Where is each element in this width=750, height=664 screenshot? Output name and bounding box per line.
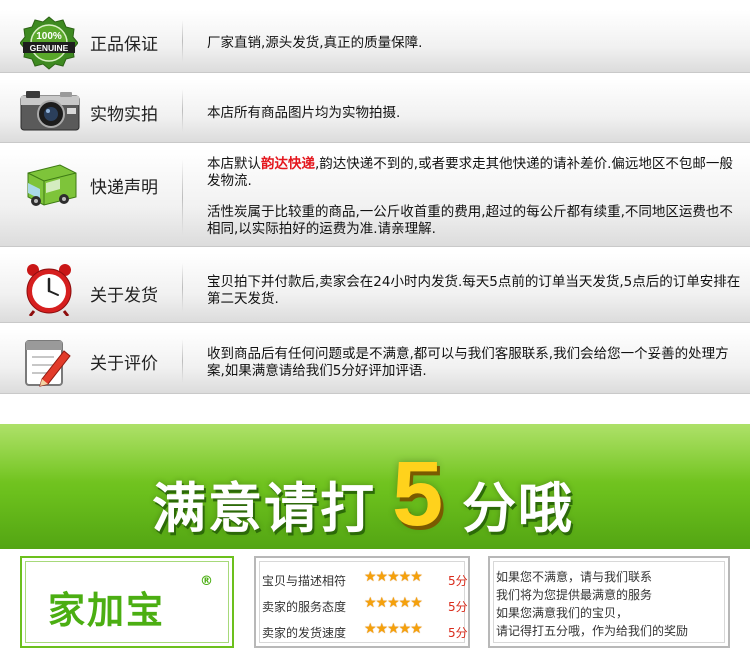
slogan-number: 5 [392, 443, 444, 545]
desc-text: 活性炭属于比较重的商品,一公斤收首重的费用,超过的每公斤都有续重,不同地区运费也… [207, 204, 733, 237]
badge-top-text: 100% [36, 31, 62, 42]
policy-row-shipping: 快递声明 本店默认韵达快递,韵达快递不到的,或者要求走其他快递的请补差价.偏远地… [0, 149, 750, 247]
rating-label: 卖家的服务态度 [262, 600, 347, 614]
policy-divider [182, 20, 183, 62]
policy-row-dispatch: 关于发货 宝贝拍下并付款后,卖家会在24小时内发货.每天5点前的订单当天发货,5… [0, 253, 750, 323]
note-line: 如果您满意我们的宝贝， [496, 606, 629, 620]
slogan-text-before: 满意请打 [152, 477, 376, 540]
star-rating-icon: ★★★★★ [364, 621, 423, 637]
rating-score: 5分 [448, 626, 468, 640]
star-rating-icon: ★★★★★ [364, 595, 423, 611]
policy-title: 实物实拍 [90, 105, 158, 125]
policy-row-review: 关于评价 收到商品后有任何问题或是不满意,都可以与我们客服联系,我们会给您一个妥… [0, 329, 750, 394]
review-note-box: 如果您不满意，请与我们联系 我们将为您提供最满意的服务 如果您满意我们的宝贝， … [488, 556, 730, 648]
note-line: 请记得打五分哦，作为给我们的奖励 [496, 624, 689, 638]
star-rating-icon: ★★★★★ [364, 569, 423, 585]
slogan-text-after: 分哦 [462, 477, 574, 540]
delivery-truck-icon [20, 159, 78, 209]
policy-desc: 本店所有商品图片均为实物拍摄. [207, 105, 401, 121]
policy-title: 快递声明 [90, 178, 158, 198]
policy-divider [182, 339, 183, 383]
note-line: 如果您不满意，请与我们联系 [496, 570, 653, 584]
rating-box: 宝贝与描述相符 ★★★★★ 5分 卖家的服务态度 ★★★★★ 5分 卖家的发货速… [254, 556, 470, 648]
desc-text: 本店默认 [207, 156, 261, 172]
note-line: 我们将为您提供最满意的服务 [496, 588, 653, 602]
policy-desc: 收到商品后有任何问题或是不满意,都可以与我们客服联系,我们会给您一个妥善的处理方… [207, 346, 729, 379]
policy-title: 关于评价 [90, 354, 158, 374]
policy-row-photo: 实物实拍 本店所有商品图片均为实物拍摄. [0, 79, 750, 143]
badge-main-text: GENUINE [30, 43, 69, 53]
rating-score: 5分 [448, 600, 468, 614]
rating-banner: 满意请打 5 分哦 [0, 424, 750, 549]
rating-label: 卖家的发货速度 [262, 626, 347, 640]
genuine-badge-icon: 100% GENUINE [19, 16, 79, 70]
policy-title: 正品保证 [90, 35, 158, 55]
policy-divider [182, 263, 183, 312]
policy-title: 关于发货 [90, 286, 158, 306]
policy-desc: 本店默认韵达快递,韵达快递不到的,或者要求走其他快递的请补差价.偏远地区不包邮一… [207, 156, 742, 238]
camera-icon [20, 88, 80, 138]
courier-highlight: 韵达快递 [261, 156, 315, 172]
policy-desc: 厂家直销,源头发货,真正的质量保障. [207, 35, 423, 51]
policy-divider [182, 159, 183, 236]
policy-desc: 宝贝拍下并付款后,卖家会在24小时内发货.每天5点前的订单当天发货,5点后的订单… [207, 274, 741, 307]
policy-row-genuine: 100% GENUINE 正品保证 厂家直销,源头发货,真正的质量保障. [0, 10, 750, 73]
registered-mark: ® [200, 574, 213, 589]
alarm-clock-icon [20, 262, 78, 317]
brand-logo: 家加宝 [48, 589, 165, 632]
rating-score: 5分 [448, 574, 468, 588]
policy-divider [182, 89, 183, 132]
notepad-pencil-icon [20, 335, 78, 387]
brand-logo-box: 家加宝 ® [20, 556, 234, 648]
rating-label: 宝贝与描述相符 [262, 574, 347, 588]
